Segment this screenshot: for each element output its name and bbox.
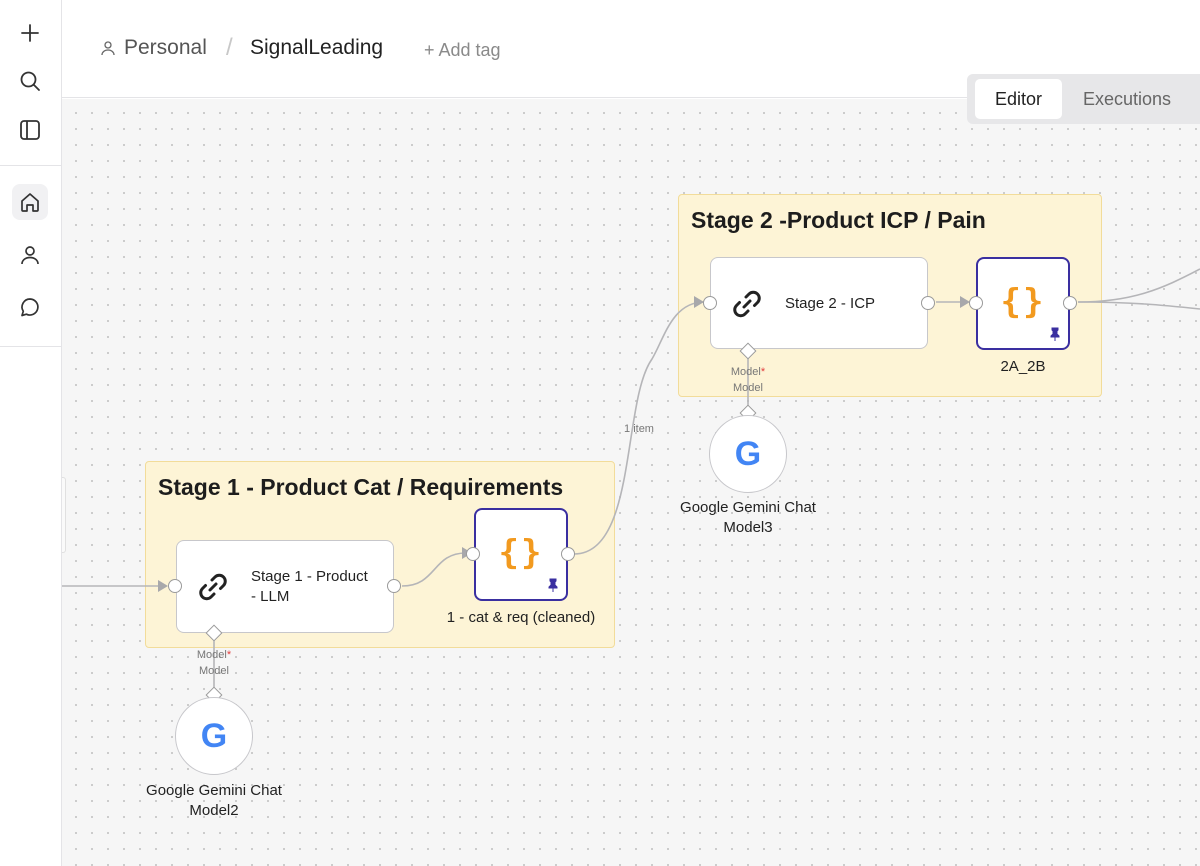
link-icon — [727, 284, 767, 324]
add-tag-button[interactable]: + Add tag — [424, 40, 501, 61]
input-port[interactable] — [969, 296, 983, 310]
agent-node-stage1[interactable]: Stage 1 - Product - LLM — [176, 540, 394, 633]
node-label-line2: Model2 — [189, 802, 239, 819]
code-node-cat-req[interactable]: {} — [474, 508, 568, 601]
output-port[interactable] — [921, 296, 935, 310]
user-icon[interactable] — [12, 237, 48, 273]
workflow-canvas[interactable]: Stage 2 -Product ICP / Pain Stage 1 - Pr… — [62, 99, 1200, 866]
pin-icon — [1050, 327, 1060, 341]
model-port-label: Model* — [196, 649, 232, 661]
node-label-line2: - LLM — [251, 588, 290, 605]
node-label: Stage 2 - ICP — [785, 295, 876, 312]
model-port-label: Model* — [730, 366, 766, 378]
node-label: 2A_2B — [1000, 358, 1046, 375]
google-icon: G — [734, 434, 762, 473]
sidebar-divider — [0, 165, 62, 166]
model-sub-label: Model — [733, 382, 763, 394]
gemini-model-node-2[interactable]: G — [175, 697, 253, 775]
user-icon — [101, 41, 115, 56]
app-window: Personal / SignalLeading + Add tag Stage… — [0, 0, 1200, 866]
agent-node-stage2[interactable]: Stage 2 - ICP — [710, 257, 928, 349]
output-port[interactable] — [561, 547, 575, 561]
node-label: 1 - cat & req (cleaned) — [446, 609, 596, 626]
input-port[interactable] — [703, 296, 717, 310]
node-label-line1: Google Gemini Chat — [680, 499, 816, 516]
search-icon[interactable] — [12, 63, 48, 99]
tab-editor[interactable]: Editor — [975, 79, 1062, 119]
node-label-line1: Stage 1 - Product — [251, 568, 368, 585]
tab-executions[interactable]: Executions — [1067, 79, 1187, 119]
code-node-2a-2b[interactable]: {} — [976, 257, 1070, 350]
node-label-line1: Google Gemini Chat — [146, 782, 282, 799]
node-label-line2: Model3 — [723, 519, 773, 536]
google-icon: G — [200, 716, 228, 755]
sidebar-divider — [0, 346, 62, 347]
breadcrumb-personal[interactable]: Personal — [100, 36, 207, 60]
input-port[interactable] — [168, 579, 182, 593]
plus-icon[interactable] — [12, 15, 48, 51]
breadcrumb-separator: / — [226, 34, 233, 61]
workflow-name[interactable]: SignalLeading — [250, 36, 383, 60]
panel-toggle-icon[interactable] — [12, 112, 48, 148]
pin-icon — [548, 578, 558, 592]
code-icon: {} — [498, 533, 544, 573]
output-port[interactable] — [1063, 296, 1077, 310]
home-icon[interactable] — [12, 184, 48, 220]
model-sub-label: Model — [199, 665, 229, 677]
link-icon — [193, 567, 233, 607]
chat-icon[interactable] — [12, 289, 48, 325]
output-port[interactable] — [387, 579, 401, 593]
gemini-model-node-3[interactable]: G — [709, 415, 787, 493]
code-icon: {} — [1000, 282, 1046, 322]
edge-item-count: 1 item — [624, 423, 654, 435]
input-port[interactable] — [466, 547, 480, 561]
view-switcher: Editor Executions — [967, 74, 1200, 124]
breadcrumb-personal-label: Personal — [124, 36, 207, 59]
left-sidebar — [0, 0, 62, 866]
